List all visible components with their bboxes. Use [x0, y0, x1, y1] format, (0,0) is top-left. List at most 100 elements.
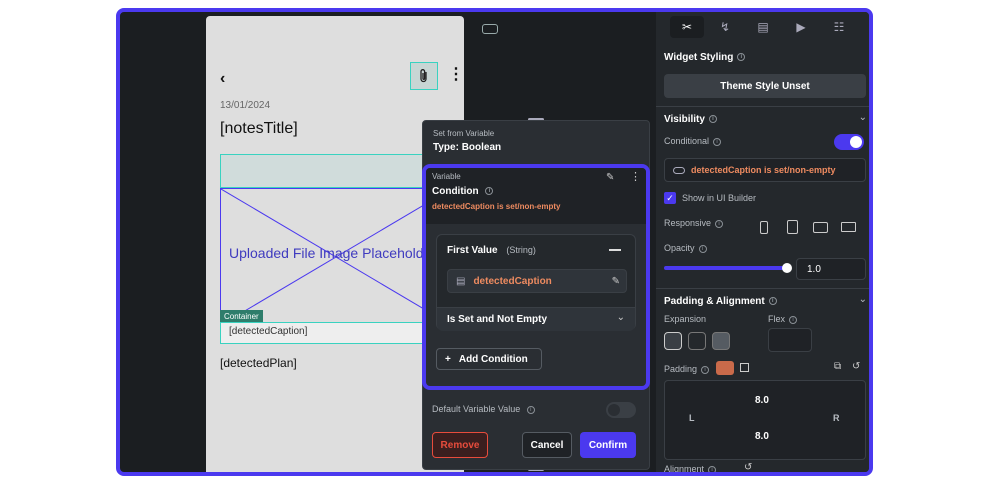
- responsive-text: Responsive: [664, 218, 712, 228]
- more-vertical-icon[interactable]: ⋮: [448, 67, 464, 83]
- tablet-icon[interactable]: [782, 218, 802, 236]
- selected-container[interactable]: [220, 154, 450, 188]
- add-condition-button[interactable]: + Add Condition: [436, 348, 542, 370]
- tab-docs-icon[interactable]: ☷: [822, 16, 856, 38]
- chevron-up-icon[interactable]: ⌄: [859, 294, 867, 305]
- padding-uniform-button[interactable]: [716, 361, 734, 375]
- info-icon[interactable]: i: [485, 187, 494, 196]
- expansion-label: Expansion: [664, 314, 707, 324]
- padding-bottom-value[interactable]: 8.0: [755, 431, 769, 442]
- widget-styling-label: Widget Styling: [664, 52, 734, 63]
- paperclip-icon[interactable]: [410, 62, 438, 90]
- reset-icon[interactable]: ↺: [744, 462, 752, 472]
- divider: [656, 288, 869, 289]
- conditional-toggle[interactable]: [834, 134, 864, 150]
- padding-top-value[interactable]: 8.0: [755, 395, 769, 406]
- first-value-type: (String): [506, 245, 536, 255]
- padding-left-label[interactable]: L: [689, 413, 695, 423]
- phone-icon[interactable]: [754, 218, 774, 236]
- first-value-field[interactable]: ▤ detectedCaption ✎: [447, 269, 627, 293]
- app-frame: ‹ ⋮ 13/01/2024 [notesTitle] Uploaded Fil…: [116, 8, 873, 476]
- info-icon[interactable]: i: [737, 53, 746, 62]
- tab-backend-icon[interactable]: ▤: [746, 16, 780, 38]
- padding-box: 8.0 L R 8.0: [664, 380, 866, 460]
- expansion-expanded-button[interactable]: [712, 332, 730, 350]
- theme-style-button[interactable]: Theme Style Unset: [664, 74, 866, 98]
- alignment-text: Alignment: [664, 464, 705, 474]
- show-in-builder-checkbox[interactable]: ✓: [664, 192, 676, 204]
- info-icon[interactable]: i: [701, 365, 710, 374]
- image-placeholder-text: Uploaded File Image Placeholder: [229, 245, 437, 261]
- opacity-slider-thumb[interactable]: [782, 263, 792, 273]
- operator-select[interactable]: Is Set and Not Empty ⌄: [437, 307, 635, 331]
- plus-icon: +: [445, 353, 451, 365]
- opacity-text: Opacity: [664, 243, 695, 253]
- reset-icon[interactable]: ↺: [852, 361, 860, 372]
- show-in-builder-label: Show in UI Builder: [682, 193, 757, 203]
- toggle-icon: [673, 166, 685, 174]
- info-icon[interactable]: i: [526, 405, 535, 414]
- more-vertical-icon[interactable]: ⋮: [630, 170, 641, 183]
- edit-icon[interactable]: ✎: [612, 276, 620, 287]
- dialog-header: Set from Variable Type: Boolean: [433, 129, 501, 153]
- conditional-text: Conditional: [664, 136, 710, 146]
- divider: [656, 106, 869, 107]
- visibility-label: Visibility: [664, 114, 705, 125]
- edit-icon[interactable]: ✎: [606, 172, 614, 183]
- default-value-toggle[interactable]: [606, 402, 636, 418]
- tab-actions-icon[interactable]: ↯: [708, 16, 742, 38]
- tab-play-icon[interactable]: ▶: [784, 16, 818, 38]
- detected-caption-text[interactable]: [detectedCaption]: [220, 322, 450, 344]
- condition-expression: detectedCaption is set/non-empty: [432, 202, 561, 211]
- visibility-title: Visibility i: [664, 114, 717, 125]
- properties-panel: ✂ ↯ ▤ ▶ ☷ Widget Styling i Theme Style Un…: [656, 12, 869, 474]
- flex-input[interactable]: [768, 328, 812, 352]
- padding-alignment-label: Padding & Alignment: [664, 296, 765, 307]
- opacity-input[interactable]: 1.0: [796, 258, 866, 280]
- padding-individual-button[interactable]: [740, 363, 749, 372]
- confirm-button[interactable]: Confirm: [580, 432, 636, 458]
- back-arrow-icon[interactable]: ‹: [220, 70, 225, 88]
- cancel-button[interactable]: Cancel: [522, 432, 572, 458]
- first-value-label: First Value (String): [447, 245, 536, 256]
- detected-plan-text[interactable]: [detectedPlan]: [220, 356, 297, 370]
- type-label: Type: Boolean: [433, 142, 502, 153]
- condition-card: Variable Condition i detectedCaption is …: [422, 164, 650, 390]
- flex-text: Flex: [768, 314, 786, 324]
- copy-icon[interactable]: ⧉: [834, 361, 841, 372]
- add-condition-label: Add Condition: [458, 353, 528, 365]
- info-icon[interactable]: i: [708, 115, 717, 124]
- padding-right-label[interactable]: R: [833, 413, 840, 423]
- first-value-variable: detectedCaption: [473, 275, 552, 287]
- flex-label: Flex i: [768, 314, 798, 324]
- info-icon[interactable]: i: [789, 315, 798, 324]
- padding-alignment-title: Padding & Alignment i: [664, 296, 777, 307]
- image-placeholder[interactable]: Uploaded File Image Placeholder: [220, 188, 450, 324]
- expansion-fixed-button[interactable]: [664, 332, 682, 350]
- notes-title[interactable]: [notesTitle]: [220, 120, 298, 138]
- info-icon[interactable]: i: [708, 465, 717, 472]
- collapse-icon[interactable]: [609, 249, 621, 251]
- condition-label: Condition: [432, 186, 479, 197]
- operator-value: Is Set and Not Empty: [447, 314, 548, 325]
- info-icon[interactable]: i: [713, 137, 722, 146]
- info-icon[interactable]: i: [715, 219, 724, 228]
- default-variable-value-label: Default Variable Value i: [432, 404, 535, 414]
- info-icon[interactable]: i: [768, 297, 777, 306]
- desktop-icon[interactable]: [838, 218, 858, 236]
- chevron-down-icon: ⌄: [616, 312, 625, 323]
- set-from-variable-label: Set from Variable: [433, 129, 495, 138]
- condition-header: Variable Condition i detectedCaption is …: [426, 168, 646, 224]
- table-icon: ▤: [456, 275, 466, 287]
- variable-label: Variable: [432, 172, 461, 181]
- expansion-flexible-button[interactable]: [688, 332, 706, 350]
- tablet-landscape-icon[interactable]: [810, 218, 830, 236]
- remove-button[interactable]: Remove: [432, 432, 488, 458]
- padding-text: Padding: [664, 364, 698, 374]
- conditional-expression-field[interactable]: detectedCaption is set/non-empty: [664, 158, 866, 182]
- info-icon[interactable]: i: [698, 244, 707, 253]
- link-icon[interactable]: [482, 24, 498, 34]
- tab-styling-icon[interactable]: ✂: [670, 16, 704, 38]
- chevron-up-icon[interactable]: ⌄: [859, 112, 867, 123]
- opacity-slider[interactable]: [664, 266, 790, 270]
